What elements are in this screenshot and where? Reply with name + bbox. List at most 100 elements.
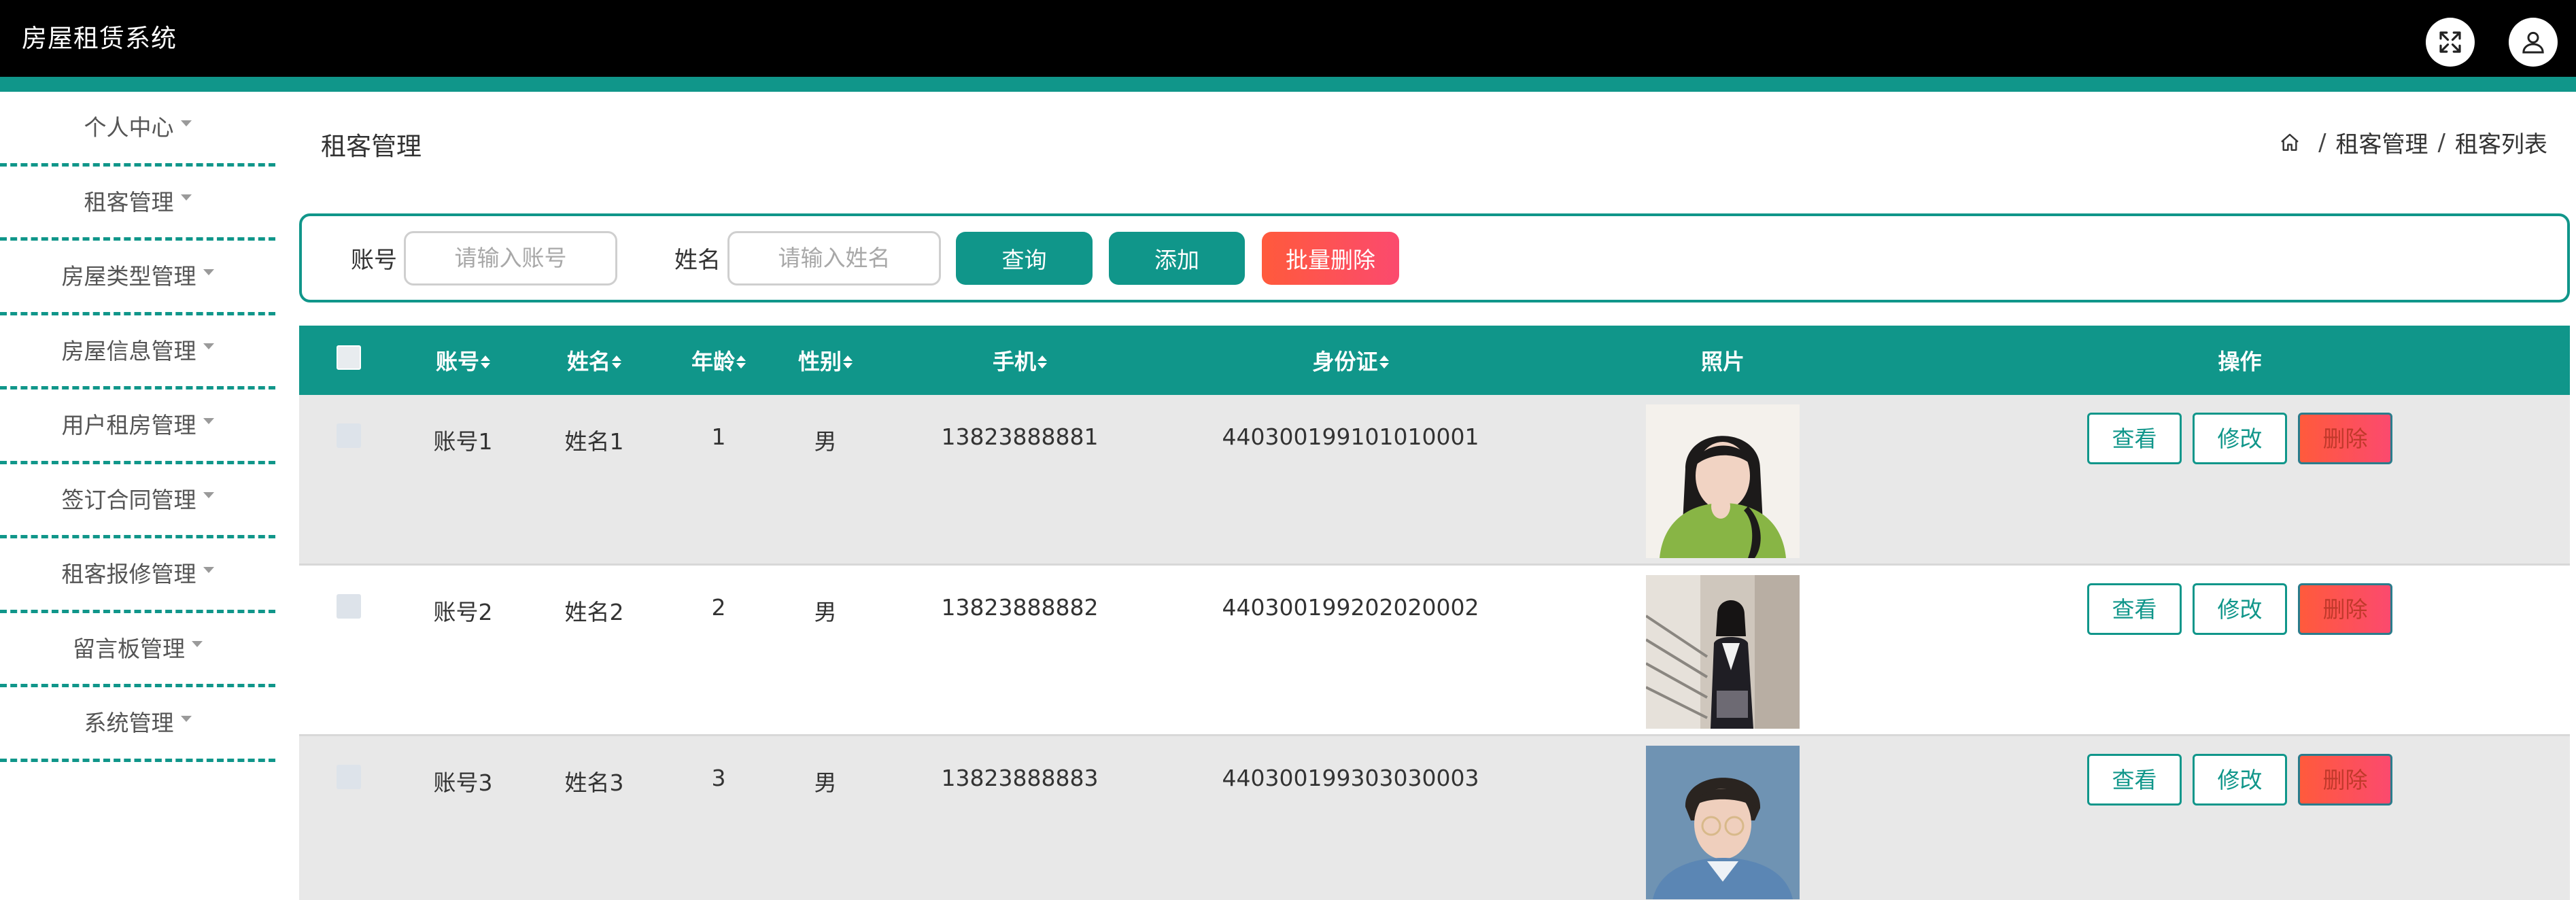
cell-ops: 查看 修改 删除 [1910,564,2570,735]
caret-down-icon [203,566,214,573]
home-icon[interactable] [2279,132,2301,154]
batch-delete-button[interactable]: 批量删除 [1262,231,1399,285]
name-label: 姓名 [674,247,721,274]
cell-phone: 13823888883 [874,734,1165,900]
view-button[interactable]: 查看 [2087,754,2182,806]
sidebar-item-label: 租客报修管理 [61,561,196,588]
sidebar-item-system[interactable]: 系统管理 [0,687,275,762]
cell-phone: 13823888882 [874,564,1165,735]
cell-phone: 13823888881 [941,423,1099,450]
header-age[interactable]: 年龄 [661,326,776,395]
sidebar-item-label: 留言板管理 [73,635,185,662]
cell-age: 1 [711,423,726,450]
name-search-input[interactable] [727,230,941,285]
sidebar-item-contract[interactable]: 签订合同管理 [0,464,275,538]
cell-ops: 查看 修改 删除 [1910,395,2570,565]
breadcrumb-item-tenant-list: 租客列表 [2455,131,2547,158]
header-name[interactable]: 姓名 [528,326,661,395]
edit-button[interactable]: 修改 [2193,754,2287,806]
page-title: 租客管理 [321,132,422,161]
breadcrumb-separator: / [2437,128,2445,156]
sidebar-item-rental[interactable]: 用户租房管理 [0,390,275,464]
sidebar-menu: 个人中心 租客管理 房屋类型管理 房屋信息管理 用户租房管理 签订合同管理 租客… [0,92,275,762]
select-all-cell [299,326,398,395]
header-label: 账号 [435,349,479,375]
caret-down-icon [192,641,203,648]
view-button[interactable]: 查看 [2087,583,2182,635]
header-photo: 照片 [1700,349,1745,375]
sidebar-item-tenant[interactable]: 租客管理 [0,167,275,241]
table-row: 账号2 姓名2 2 男 13823888882 4403001992020200… [299,564,2570,735]
row-select-cell [299,395,398,565]
row-checkbox[interactable] [337,765,361,789]
tenant-table: 账号 姓名 年龄 性别 手机 身份证 照片 操作 账号1 姓名1 1 男 138… [299,326,2570,900]
header-gender[interactable]: 性别 [776,326,874,395]
row-checkbox[interactable] [337,423,361,448]
cell-age: 2 [661,564,776,735]
header-label: 手机 [992,349,1036,375]
cell-gender: 男 [776,734,874,900]
header-account[interactable]: 账号 [398,326,528,395]
table-row: 账号1 姓名1 1 男 13823888881 4403001991010100… [299,395,2570,565]
header-accent-strip [0,77,2576,92]
edit-button[interactable]: 修改 [2193,413,2287,464]
user-icon[interactable] [2509,18,2558,67]
header-label: 身份证 [1312,349,1378,375]
sidebar-item-label: 系统管理 [84,710,174,737]
edit-button[interactable]: 修改 [2193,583,2287,635]
sidebar-item-house-info[interactable]: 房屋信息管理 [0,315,275,390]
view-button[interactable]: 查看 [2087,413,2182,464]
sort-icon [1037,355,1047,368]
cell-account: 账号1 [433,428,493,455]
sort-icon [612,355,621,368]
fullscreen-icon[interactable] [2426,18,2475,67]
sidebar-item-house-type[interactable]: 房屋类型管理 [0,241,275,315]
caret-down-icon [180,194,192,201]
sidebar-item-label: 房屋类型管理 [61,263,196,290]
sidebar-item-label: 租客管理 [84,188,174,215]
cell-gender: 男 [776,564,874,735]
header-phone[interactable]: 手机 [874,326,1165,395]
cell-name: 姓名1 [564,428,624,455]
search-panel: 账号 姓名 查询 添加 批量删除 [299,213,2570,302]
sidebar-item-repair[interactable]: 租客报修管理 [0,538,275,613]
cell-gender: 男 [814,428,837,455]
breadcrumb-item-tenant-manage[interactable]: 租客管理 [2336,126,2428,159]
account-search-input[interactable] [404,230,617,285]
sidebar-item-label: 用户租房管理 [61,412,196,439]
tenant-photo [1646,575,1800,729]
cell-id-card: 440300199202020002 [1165,564,1536,735]
delete-button[interactable]: 删除 [2298,413,2392,464]
add-button[interactable]: 添加 [1109,231,1245,285]
select-all-checkbox[interactable] [337,345,361,370]
header-id-card[interactable]: 身份证 [1165,326,1536,395]
header-label: 性别 [797,349,842,375]
tenant-photo [1646,404,1800,558]
caret-down-icon [203,269,214,275]
row-select-cell [299,564,398,735]
cell-account: 账号2 [398,564,528,735]
cell-id-card: 440300199303030003 [1165,734,1536,900]
sort-icon [1379,355,1389,368]
sidebar-item-label: 签订合同管理 [61,486,196,513]
sidebar-item-profile[interactable]: 个人中心 [0,92,275,167]
delete-button[interactable]: 删除 [2298,754,2392,806]
delete-button[interactable]: 删除 [2298,583,2392,635]
app-title: 房屋租赁系统 [22,24,177,53]
caret-down-icon [180,120,192,126]
caret-down-icon [180,715,192,722]
breadcrumb: / 租客管理 / 租客列表 [2279,126,2547,159]
tenant-photo [1646,746,1800,899]
cell-photo [1536,395,1910,565]
cell-photo [1536,564,1910,735]
table-header-row: 账号 姓名 年龄 性别 手机 身份证 照片 操作 [299,326,2570,395]
query-button[interactable]: 查询 [956,231,1093,285]
cell-age: 3 [661,734,776,900]
row-checkbox[interactable] [337,594,361,619]
sort-icon [843,355,853,368]
cell-account: 账号3 [398,734,528,900]
caret-down-icon [203,417,214,424]
breadcrumb-separator: / [2318,128,2326,156]
sidebar-item-label: 个人中心 [84,114,174,141]
sidebar-item-message-board[interactable]: 留言板管理 [0,613,275,687]
